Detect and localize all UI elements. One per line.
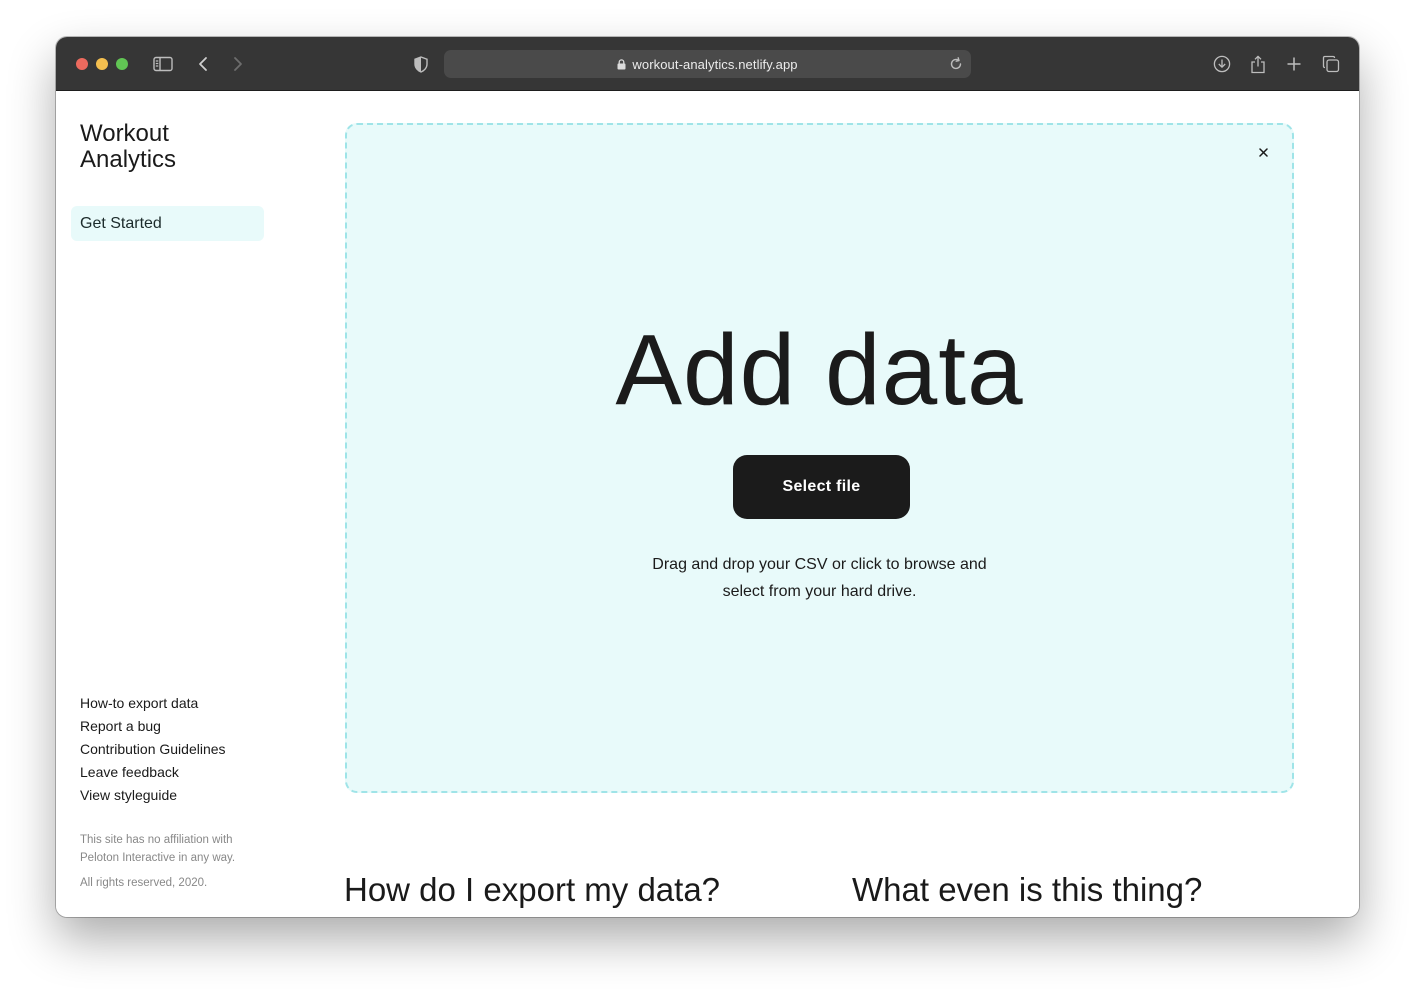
maximize-window-button[interactable] <box>116 58 128 70</box>
new-tab-icon[interactable] <box>1283 53 1305 75</box>
close-window-button[interactable] <box>76 58 88 70</box>
dropzone-hint: Drag and drop your CSV or click to brows… <box>347 551 1292 605</box>
sidebar-footer-links: How-to export data Report a bug Contribu… <box>80 692 226 807</box>
dropzone-hint-line: Drag and drop your CSV or click to brows… <box>652 556 987 573</box>
brand-title[interactable]: Workout Analytics <box>80 121 240 173</box>
dropzone-title: Add data <box>615 314 1024 426</box>
faq-heading-what-is: What even is this thing? <box>852 871 1203 908</box>
tabs-icon[interactable] <box>1320 53 1342 75</box>
file-dropzone[interactable]: Add data Select file Drag and drop your … <box>345 123 1294 793</box>
forward-icon[interactable] <box>227 53 249 75</box>
dropzone-hint-line: select from your hard drive. <box>722 583 917 600</box>
link-contribution-guidelines[interactable]: Contribution Guidelines <box>80 738 226 761</box>
minimize-window-button[interactable] <box>96 58 108 70</box>
link-view-styleguide[interactable]: View styleguide <box>80 784 226 807</box>
select-file-button[interactable]: Select file <box>733 455 910 519</box>
faq-heading-export: How do I export my data? <box>344 871 721 908</box>
address-bar[interactable]: workout-analytics.netlify.app <box>444 50 971 78</box>
reload-icon[interactable] <box>947 55 965 73</box>
lock-icon <box>617 58 626 70</box>
browser-window: workout-analytics.netlify.app Workout An… <box>56 37 1359 917</box>
affiliation-disclaimer: This site has no affiliation with Peloto… <box>80 834 236 864</box>
share-icon[interactable] <box>1247 53 1269 75</box>
nav-item-get-started[interactable]: Get Started <box>71 206 264 241</box>
nav-item-label: Get Started <box>80 214 162 232</box>
download-icon[interactable] <box>1211 53 1233 75</box>
browser-toolbar: workout-analytics.netlify.app <box>56 37 1359 91</box>
link-report-bug[interactable]: Report a bug <box>80 715 226 738</box>
back-icon[interactable] <box>192 53 214 75</box>
sidebar-icon[interactable] <box>152 53 174 75</box>
page-content: Workout Analytics Get Started How-to exp… <box>56 91 1359 917</box>
link-leave-feedback[interactable]: Leave feedback <box>80 761 226 784</box>
shield-icon[interactable] <box>410 53 432 75</box>
close-icon[interactable] <box>1256 145 1270 159</box>
copyright-text: All rights reserved, 2020. <box>80 877 208 889</box>
url-text: workout-analytics.netlify.app <box>632 56 798 72</box>
link-how-to-export[interactable]: How-to export data <box>80 692 226 715</box>
